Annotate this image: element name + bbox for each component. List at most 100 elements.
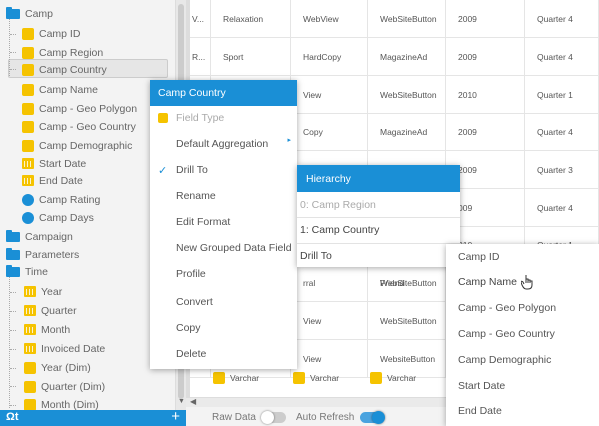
raw-data-switch[interactable]: [260, 411, 286, 424]
drill-target-camp-geo-country[interactable]: Camp - Geo Country: [446, 324, 599, 344]
scroll-left-icon[interactable]: ◀: [190, 397, 196, 406]
tree-item-year[interactable]: Year: [24, 282, 62, 301]
sort-button[interactable]: Ωt: [6, 411, 18, 423]
tree-folder-time[interactable]: Time: [6, 262, 48, 281]
menu-item-default-aggregation[interactable]: Default Aggregation ▸: [150, 134, 297, 154]
tree-guide: [10, 311, 16, 312]
raw-data-toggle[interactable]: Raw Data: [212, 411, 286, 424]
menu-item-label: Drill To: [176, 164, 208, 176]
tree-item-invoiced-date[interactable]: Invoiced Date: [24, 339, 105, 358]
menu-item-convert[interactable]: Convert: [150, 292, 297, 312]
drill-level-1[interactable]: 1: Camp Country: [297, 220, 460, 240]
tree-item-year-dim[interactable]: Year (Dim): [24, 358, 91, 377]
tree-item-camp-demographic[interactable]: Camp Demographic: [22, 136, 132, 155]
tree-guide: [10, 292, 16, 293]
datatype-label: Varchar: [310, 373, 340, 383]
drill-target-end-date[interactable]: End Date: [446, 401, 599, 421]
menu-item-label: Default Aggregation: [176, 138, 269, 150]
drill-target-camp-demographic[interactable]: Camp Demographic: [446, 350, 599, 370]
grid-cell[interactable]: Sport: [211, 38, 291, 76]
folder-icon: [6, 6, 20, 19]
drill-target-camp-geo-polygon[interactable]: Camp - Geo Polygon: [446, 298, 599, 318]
hand-cursor-icon: [520, 275, 533, 290]
grid-cell[interactable]: Copy: [291, 113, 368, 151]
tree-item-quarter-dim[interactable]: Quarter (Dim): [24, 377, 105, 396]
tree-item-camp-name[interactable]: Camp Name: [22, 80, 98, 99]
drill-to-submenu-item[interactable]: Drill To: [297, 246, 460, 266]
calendar-icon: [24, 324, 36, 335]
tree-folder-camp[interactable]: Camp: [6, 4, 53, 23]
grid-cell[interactable]: Friend: [368, 264, 446, 302]
grid-cell[interactable]: MagazineAd: [368, 113, 446, 151]
tree-item-camp-geo-polygon[interactable]: Camp - Geo Polygon: [22, 99, 137, 118]
tree-folder-campaign[interactable]: Campaign: [6, 227, 73, 246]
menu-item-profile[interactable]: Profile: [150, 264, 297, 284]
grid-cell[interactable]: Quarter 3: [525, 151, 599, 189]
dimension-icon: [22, 139, 34, 152]
scroll-down-icon[interactable]: ▼: [178, 398, 185, 405]
datatype-label: Varchar: [387, 373, 417, 383]
add-field-button[interactable]: +: [171, 408, 180, 425]
menu-item-field-type: Field Type: [150, 108, 297, 128]
menu-item-delete[interactable]: Delete: [150, 344, 297, 364]
menu-item-rename[interactable]: Rename: [150, 186, 297, 206]
tree-item-end-date[interactable]: End Date: [22, 171, 83, 190]
tree-item-month[interactable]: Month: [24, 320, 70, 339]
column-datatype: Varchar: [370, 366, 416, 390]
drill-target-start-date[interactable]: Start Date: [446, 376, 599, 396]
tree-item-camp-rating[interactable]: Camp Rating: [22, 190, 100, 209]
tree-item-quarter[interactable]: Quarter: [24, 301, 77, 320]
auto-refresh-switch[interactable]: [360, 411, 386, 424]
grid-cell[interactable]: Relaxation: [211, 0, 291, 38]
field-context-menu: Camp Country Field Type Default Aggregat…: [150, 80, 297, 369]
grid-cell[interactable]: WebSiteButton: [368, 76, 446, 114]
grid-cell[interactable]: WebSiteButton: [368, 0, 446, 38]
calendar-icon: [24, 343, 36, 354]
menu-divider: [297, 217, 460, 218]
folder-icon: [6, 264, 20, 277]
tree-item-camp-geo-country[interactable]: Camp - Geo Country: [22, 117, 136, 136]
dimension-icon: [22, 102, 34, 115]
auto-refresh-toggle[interactable]: Auto Refresh: [296, 411, 386, 424]
drill-submenu-title-text: Hierarchy: [306, 172, 351, 185]
menu-item-new-grouped-data-field[interactable]: New Grouped Data Field: [150, 238, 297, 258]
drill-submenu-title: Hierarchy: [297, 165, 460, 192]
tree-item-label: Quarter: [41, 304, 77, 317]
tree-guide: [9, 270, 10, 408]
drill-target-camp-name[interactable]: Camp Name: [446, 272, 599, 292]
tree-item-camp-days[interactable]: Camp Days: [22, 208, 94, 227]
dimension-icon: [22, 27, 34, 40]
tree-item-camp-id[interactable]: Camp ID: [22, 24, 80, 43]
grid-cell[interactable]: Quarter 4: [525, 38, 599, 76]
grid-cell[interactable]: V...: [190, 0, 211, 38]
grid-cell[interactable]: HardCopy: [291, 38, 368, 76]
grid-cell[interactable]: MagazineAd: [368, 38, 446, 76]
menu-item-label: Rename: [176, 190, 216, 202]
grid-cell[interactable]: rral: [291, 264, 368, 302]
tree-guide: [9, 18, 10, 76]
tree-item-month-dim[interactable]: Month (Dim): [24, 395, 99, 410]
grid-cell[interactable]: Quarter 1: [525, 76, 599, 114]
grid-cell[interactable]: 2009: [446, 38, 525, 76]
menu-item-copy[interactable]: Copy: [150, 318, 297, 338]
menu-item-drill-to[interactable]: ✓ Drill To: [150, 160, 297, 180]
grid-cell[interactable]: View: [291, 302, 368, 340]
grid-cell[interactable]: WebSiteButton: [368, 302, 446, 340]
tree-item-label: End Date: [39, 174, 83, 187]
grid-cell[interactable]: R...: [190, 38, 211, 76]
grid-cell[interactable]: 2009: [446, 0, 525, 38]
grid-cell[interactable]: Quarter 4: [525, 189, 599, 227]
drill-target-camp-id[interactable]: Camp ID: [446, 247, 599, 267]
grid-cell[interactable]: View: [291, 76, 368, 114]
metric-icon: [22, 211, 34, 224]
grid-cell[interactable]: Quarter 4: [525, 113, 599, 151]
tree-item-camp-country[interactable]: Camp Country: [22, 60, 107, 79]
grid-cell[interactable]: Quarter 4: [525, 0, 599, 38]
grid-cell[interactable]: 2009: [446, 113, 525, 151]
menu-item-edit-format[interactable]: Edit Format: [150, 212, 297, 232]
grid-cell[interactable]: WebView: [291, 0, 368, 38]
menu-item-label: Camp - Geo Polygon: [458, 302, 557, 314]
tree-item-label: Campaign: [25, 230, 73, 243]
tree-item-label: Month: [41, 323, 71, 336]
grid-cell[interactable]: 2010: [446, 76, 525, 114]
